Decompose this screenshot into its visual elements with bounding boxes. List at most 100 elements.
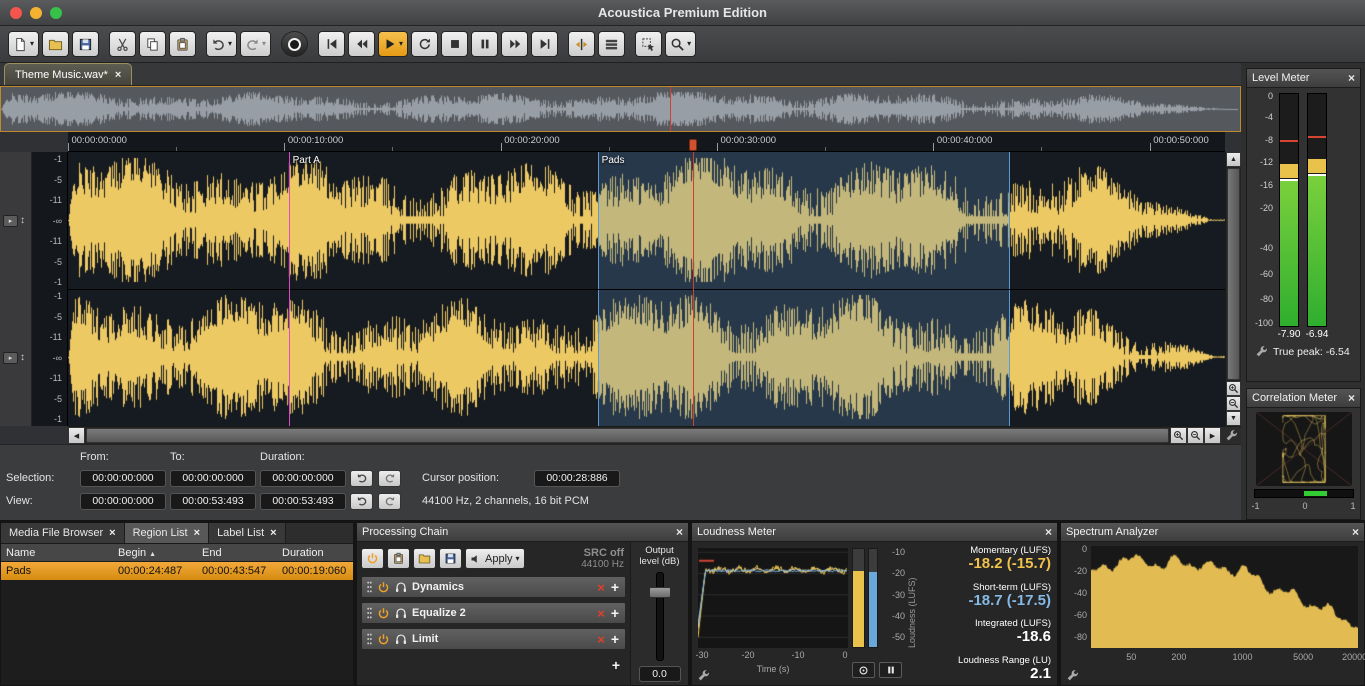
effect-row-dynamics[interactable]: Dynamics × +: [361, 576, 626, 598]
append-effect-icon[interactable]: +: [610, 657, 622, 673]
view-undo-button[interactable]: [350, 493, 373, 510]
editor-settings-wrench-icon[interactable]: [1221, 427, 1241, 444]
open-file-button[interactable]: [42, 31, 69, 57]
remove-effect-icon[interactable]: ×: [597, 632, 605, 647]
spectrum-settings-wrench-icon[interactable]: [1066, 669, 1079, 682]
undo-button[interactable]: ▾: [206, 31, 237, 57]
view-redo-button[interactable]: [378, 493, 401, 510]
tab-close-icon[interactable]: ×: [109, 527, 115, 539]
loudness-pause-button[interactable]: [879, 662, 902, 678]
remove-effect-icon[interactable]: ×: [597, 580, 605, 595]
column-duration[interactable]: Duration: [277, 547, 355, 559]
rewind-button[interactable]: [348, 31, 375, 57]
new-file-button[interactable]: ▾: [8, 31, 39, 57]
vertical-zoom-in-button[interactable]: [1226, 381, 1241, 396]
lanes-view-button[interactable]: [598, 31, 625, 57]
column-begin[interactable]: Begin▲: [113, 547, 197, 559]
close-window-button[interactable]: [10, 7, 22, 19]
scroll-right-button[interactable]: ▶: [1204, 427, 1221, 444]
output-level-slider[interactable]: [633, 570, 686, 663]
selection-from-field[interactable]: 00:00:00:000: [80, 470, 166, 487]
level-meter-settings-wrench-icon[interactable]: [1253, 345, 1269, 358]
timeline-ruler[interactable]: 00:00:00:000 00:00:10:000 00:00:20:000 0…: [68, 132, 1225, 152]
view-to-field[interactable]: 00:00:53:493: [170, 493, 256, 510]
channel2-menu-button[interactable]: ▸: [3, 352, 18, 364]
record-button[interactable]: [281, 31, 308, 57]
effect-row-limit[interactable]: Limit × +: [361, 628, 626, 650]
tab-close-icon[interactable]: ×: [194, 527, 200, 539]
add-effect-icon[interactable]: +: [609, 605, 621, 621]
output-level-slider-thumb[interactable]: [649, 587, 671, 598]
channel2-resize-handle[interactable]: ↕: [20, 352, 25, 363]
selection-redo-button[interactable]: [378, 470, 401, 487]
channel1-menu-button[interactable]: ▸: [3, 215, 18, 227]
selection-undo-button[interactable]: [350, 470, 373, 487]
paste-button[interactable]: [169, 31, 196, 57]
minimize-window-button[interactable]: [30, 7, 42, 19]
column-name[interactable]: Name: [1, 547, 113, 559]
region-row-pads[interactable]: Pads 00:00:24:487 00:00:43:547 00:00:19:…: [1, 562, 353, 580]
copy-button[interactable]: [139, 31, 166, 57]
loop-button[interactable]: [411, 31, 438, 57]
add-effect-icon[interactable]: +: [609, 631, 621, 647]
vertical-zoom-out-button[interactable]: [1226, 396, 1241, 411]
selection-to-field[interactable]: 00:00:00:000: [170, 470, 256, 487]
chain-copy-button[interactable]: [387, 548, 410, 569]
overview-waveform[interactable]: [0, 86, 1241, 132]
zoom-tool-button[interactable]: ▾: [665, 31, 696, 57]
playhead-handle[interactable]: [689, 139, 697, 151]
add-effect-icon[interactable]: +: [609, 579, 621, 595]
cursor-position-field[interactable]: 00:00:28:886: [534, 470, 620, 487]
processing-chain-close-icon[interactable]: ×: [676, 525, 683, 539]
zoom-in-button[interactable]: [1170, 427, 1187, 444]
horizontal-scroll-thumb[interactable]: [86, 428, 1169, 443]
solo-headphones-icon[interactable]: [394, 580, 408, 594]
cut-button[interactable]: [109, 31, 136, 57]
remove-effect-icon[interactable]: ×: [597, 606, 605, 621]
zoom-out-button[interactable]: [1187, 427, 1204, 444]
tab-region-list[interactable]: Region List ×: [125, 523, 209, 543]
view-from-field[interactable]: 00:00:00:000: [80, 493, 166, 510]
waveform-display[interactable]: Part A Pads: [68, 152, 1225, 426]
apply-button[interactable]: Apply ▾: [465, 548, 525, 569]
output-level-value-field[interactable]: 0.0: [639, 666, 681, 682]
scroll-up-button[interactable]: ▲: [1226, 152, 1241, 167]
redo-button[interactable]: ▾: [240, 31, 271, 57]
vertical-scroll-thumb[interactable]: [1227, 168, 1240, 380]
save-file-button[interactable]: [72, 31, 99, 57]
chain-save-button[interactable]: [439, 548, 462, 569]
horizontal-scrollbar[interactable]: ◀ ▶: [68, 426, 1241, 444]
selection-tool-button[interactable]: [635, 31, 662, 57]
effect-power-icon[interactable]: [377, 633, 390, 646]
level-meter-close-icon[interactable]: ×: [1348, 71, 1355, 85]
chain-open-button[interactable]: [413, 548, 436, 569]
go-to-start-button[interactable]: [318, 31, 345, 57]
effect-row-equalize-2[interactable]: Equalize 2 × +: [361, 602, 626, 624]
column-end[interactable]: End: [197, 547, 277, 559]
maximize-window-button[interactable]: [50, 7, 62, 19]
document-tab-close-icon[interactable]: ×: [115, 69, 121, 81]
stop-button[interactable]: [441, 31, 468, 57]
loudness-settings-wrench-icon[interactable]: [697, 669, 710, 682]
pause-button[interactable]: [471, 31, 498, 57]
scroll-down-button[interactable]: ▼: [1226, 411, 1241, 426]
document-tab[interactable]: Theme Music.wav* ×: [4, 63, 132, 85]
play-button[interactable]: ▾: [378, 31, 408, 57]
view-duration-field[interactable]: 00:00:53:493: [260, 493, 346, 510]
effect-power-icon[interactable]: [377, 607, 390, 620]
tab-close-icon[interactable]: ×: [270, 527, 276, 539]
selection-duration-field[interactable]: 00:00:00:000: [260, 470, 346, 487]
loudness-meter-close-icon[interactable]: ×: [1045, 525, 1052, 539]
spectrum-analyzer-close-icon[interactable]: ×: [1352, 525, 1359, 539]
loudness-reset-button[interactable]: [852, 662, 875, 678]
tab-media-file-browser[interactable]: Media File Browser ×: [1, 523, 125, 543]
go-to-end-button[interactable]: [531, 31, 558, 57]
solo-headphones-icon[interactable]: [394, 632, 408, 646]
scroll-left-button[interactable]: ◀: [68, 427, 85, 444]
channel1-resize-handle[interactable]: ↕: [20, 215, 25, 226]
marker-line-part-a[interactable]: [289, 152, 290, 426]
solo-headphones-icon[interactable]: [394, 606, 408, 620]
tab-label-list[interactable]: Label List ×: [209, 523, 286, 543]
scrub-view-button[interactable]: [568, 31, 595, 57]
chain-enable-button[interactable]: [361, 548, 384, 569]
